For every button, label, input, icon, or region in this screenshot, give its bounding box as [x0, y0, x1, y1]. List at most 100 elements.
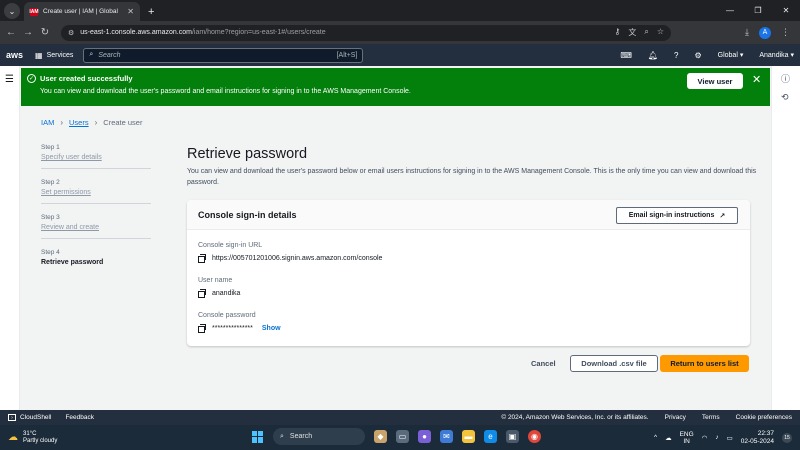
language-indicator[interactable]: ENG IN: [680, 431, 694, 445]
window-controls: — ❐ ✕: [716, 0, 800, 21]
page-title: Retrieve password: [187, 146, 308, 162]
hamburger-menu-icon[interactable]: ☰: [5, 74, 14, 85]
window-close-icon[interactable]: ✕: [772, 6, 800, 15]
feedback-link[interactable]: Feedback: [65, 414, 94, 421]
history-icon[interactable]: ⟲: [781, 92, 789, 103]
search-input[interactable]: ⌕ Search [Alt+S]: [83, 47, 364, 63]
step-link-specify-user-details[interactable]: Specify user details: [41, 154, 151, 161]
tab-search-icon[interactable]: ⌄: [4, 3, 20, 19]
password-value: ***************: [212, 324, 253, 332]
info-icon[interactable]: ⓘ: [781, 72, 790, 85]
clock[interactable]: 22:37 02-05-2024: [741, 430, 774, 446]
copy-icon[interactable]: [198, 324, 206, 333]
iam-favicon-icon: IAM: [29, 7, 39, 16]
minimize-icon[interactable]: —: [716, 6, 744, 15]
chat-icon[interactable]: ✉: [440, 430, 453, 443]
lang-secondary: IN: [683, 437, 690, 445]
address-bar[interactable]: ⚙ us-east-1.console.aws.amazon.com /iam/…: [61, 24, 671, 41]
date: 02-05-2024: [740, 437, 774, 445]
browser-tab-bar: ⌄ IAM Create user | IAM | Global ✕ + — ❐…: [0, 0, 800, 21]
username-field: User name anandika: [198, 277, 240, 298]
close-icon[interactable]: ✕: [752, 73, 761, 86]
temperature: 31°C: [23, 430, 37, 437]
return-to-users-button[interactable]: Return to users list: [660, 355, 749, 372]
chevron-right-icon: ›: [94, 118, 98, 127]
wifi-icon[interactable]: ◠: [702, 434, 708, 442]
store-icon[interactable]: ▣: [506, 430, 519, 443]
wizard-step-4: Step 4 Retrieve password: [41, 249, 151, 273]
copy-icon[interactable]: [198, 254, 206, 263]
back-icon[interactable]: ←: [4, 27, 18, 38]
restore-icon[interactable]: ❐: [744, 6, 772, 15]
search-lens-icon[interactable]: ⌕: [644, 27, 648, 38]
console-signin-card: Console sign-in details Email sign-in in…: [187, 200, 750, 346]
left-side-rail: ☰: [0, 66, 20, 410]
search-shortcut: [Alt+S]: [336, 51, 358, 59]
main-content: IAM › Users › Create user Step 1 Specify…: [21, 106, 770, 410]
browser-tab-active[interactable]: IAM Create user | IAM | Global ✕: [24, 2, 140, 21]
email-signin-instructions-button[interactable]: Email sign-in instructions ↗: [616, 207, 738, 224]
copyright-text: © 2024, Amazon Web Services, Inc. or its…: [501, 414, 649, 421]
chrome-icon[interactable]: ◉: [528, 430, 541, 443]
new-tab-icon[interactable]: +: [148, 6, 154, 18]
profile-avatar[interactable]: A: [759, 26, 771, 39]
teams-icon[interactable]: ●: [418, 430, 431, 443]
battery-icon[interactable]: ▭: [727, 434, 733, 442]
task-view-icon[interactable]: ▭: [396, 430, 409, 443]
chevron-up-icon[interactable]: ^: [654, 434, 657, 441]
breadcrumb-iam[interactable]: IAM: [41, 118, 54, 127]
breadcrumb-users[interactable]: Users: [69, 118, 89, 127]
chevron-right-icon: ›: [60, 118, 64, 127]
file-explorer-icon[interactable]: ▬: [462, 430, 475, 443]
cloudshell-label: CloudShell: [20, 414, 52, 421]
forward-icon[interactable]: →: [21, 27, 35, 38]
reload-icon[interactable]: ↻: [38, 27, 52, 38]
settings-gear-icon[interactable]: ⚙: [694, 51, 701, 60]
cookie-preferences-link[interactable]: Cookie preferences: [736, 414, 792, 421]
cancel-button[interactable]: Cancel: [531, 359, 556, 368]
signin-url-field: Console sign-in URL https://005701201006…: [198, 242, 383, 263]
privacy-link[interactable]: Privacy: [665, 414, 686, 421]
download-csv-button[interactable]: Download .csv file: [570, 355, 658, 372]
email-button-label: Email sign-in instructions: [628, 212, 715, 219]
step-link-review-and-create[interactable]: Review and create: [41, 224, 151, 231]
signin-url-value: https://005701201006.signin.aws.amazon.c…: [212, 254, 383, 262]
notifications-badge[interactable]: 15: [782, 432, 792, 443]
tab-close-icon[interactable]: ✕: [127, 7, 134, 16]
edge-icon[interactable]: e: [484, 430, 497, 443]
password-key-icon[interactable]: ⚷: [614, 27, 620, 38]
account-menu[interactable]: Anandika ▾: [759, 51, 794, 59]
terms-link[interactable]: Terms: [702, 414, 720, 421]
card-header: Console sign-in details Email sign-in in…: [187, 200, 750, 230]
wizard-step-3: Step 3 Review and create: [41, 214, 151, 239]
taskbar-search[interactable]: ⌕ Search: [273, 428, 365, 445]
show-password-link[interactable]: Show: [262, 325, 281, 332]
view-user-button[interactable]: View user: [687, 73, 743, 89]
translate-icon[interactable]: 文: [628, 27, 636, 38]
aws-logo[interactable]: aws: [6, 50, 23, 60]
cloudshell-icon[interactable]: ⌨: [620, 51, 632, 60]
search-placeholder: Search: [98, 51, 121, 59]
bookmark-star-icon[interactable]: ☆: [657, 27, 664, 38]
url-path: /iam/home?region=us-east-1#/users/create: [191, 29, 326, 36]
field-label: User name: [198, 277, 233, 284]
browser-toolbar: ← → ↻ ⚙ us-east-1.console.aws.amazon.com…: [0, 21, 800, 44]
region-selector[interactable]: Global ▾: [718, 51, 744, 59]
help-icon[interactable]: ?: [674, 51, 678, 60]
success-flash-banner: ✓ User created successfully You can view…: [21, 68, 770, 106]
weather-widget[interactable]: ☁ 31°C Partly cloudy: [8, 431, 57, 445]
services-menu[interactable]: ▦ Services: [35, 51, 73, 60]
volume-icon[interactable]: ♪: [715, 434, 718, 441]
cloud-icon[interactable]: ☁: [665, 434, 672, 442]
copy-icon[interactable]: [198, 289, 206, 298]
breadcrumb: IAM › Users › Create user: [41, 118, 142, 127]
wizard-step-2: Step 2 Set permissions: [41, 179, 151, 204]
download-icon[interactable]: ⤓: [745, 27, 749, 38]
chrome-menu-icon[interactable]: ⋮: [781, 27, 790, 38]
windows-start-icon[interactable]: [252, 430, 264, 443]
cloudshell-button[interactable]: › CloudShell: [8, 414, 51, 421]
notifications-bell-icon[interactable]: 🔔︎: [648, 51, 658, 60]
step-link-set-permissions[interactable]: Set permissions: [41, 189, 151, 196]
site-info-icon[interactable]: ⚙: [68, 29, 74, 37]
shield-app-icon[interactable]: ◆: [374, 430, 387, 443]
